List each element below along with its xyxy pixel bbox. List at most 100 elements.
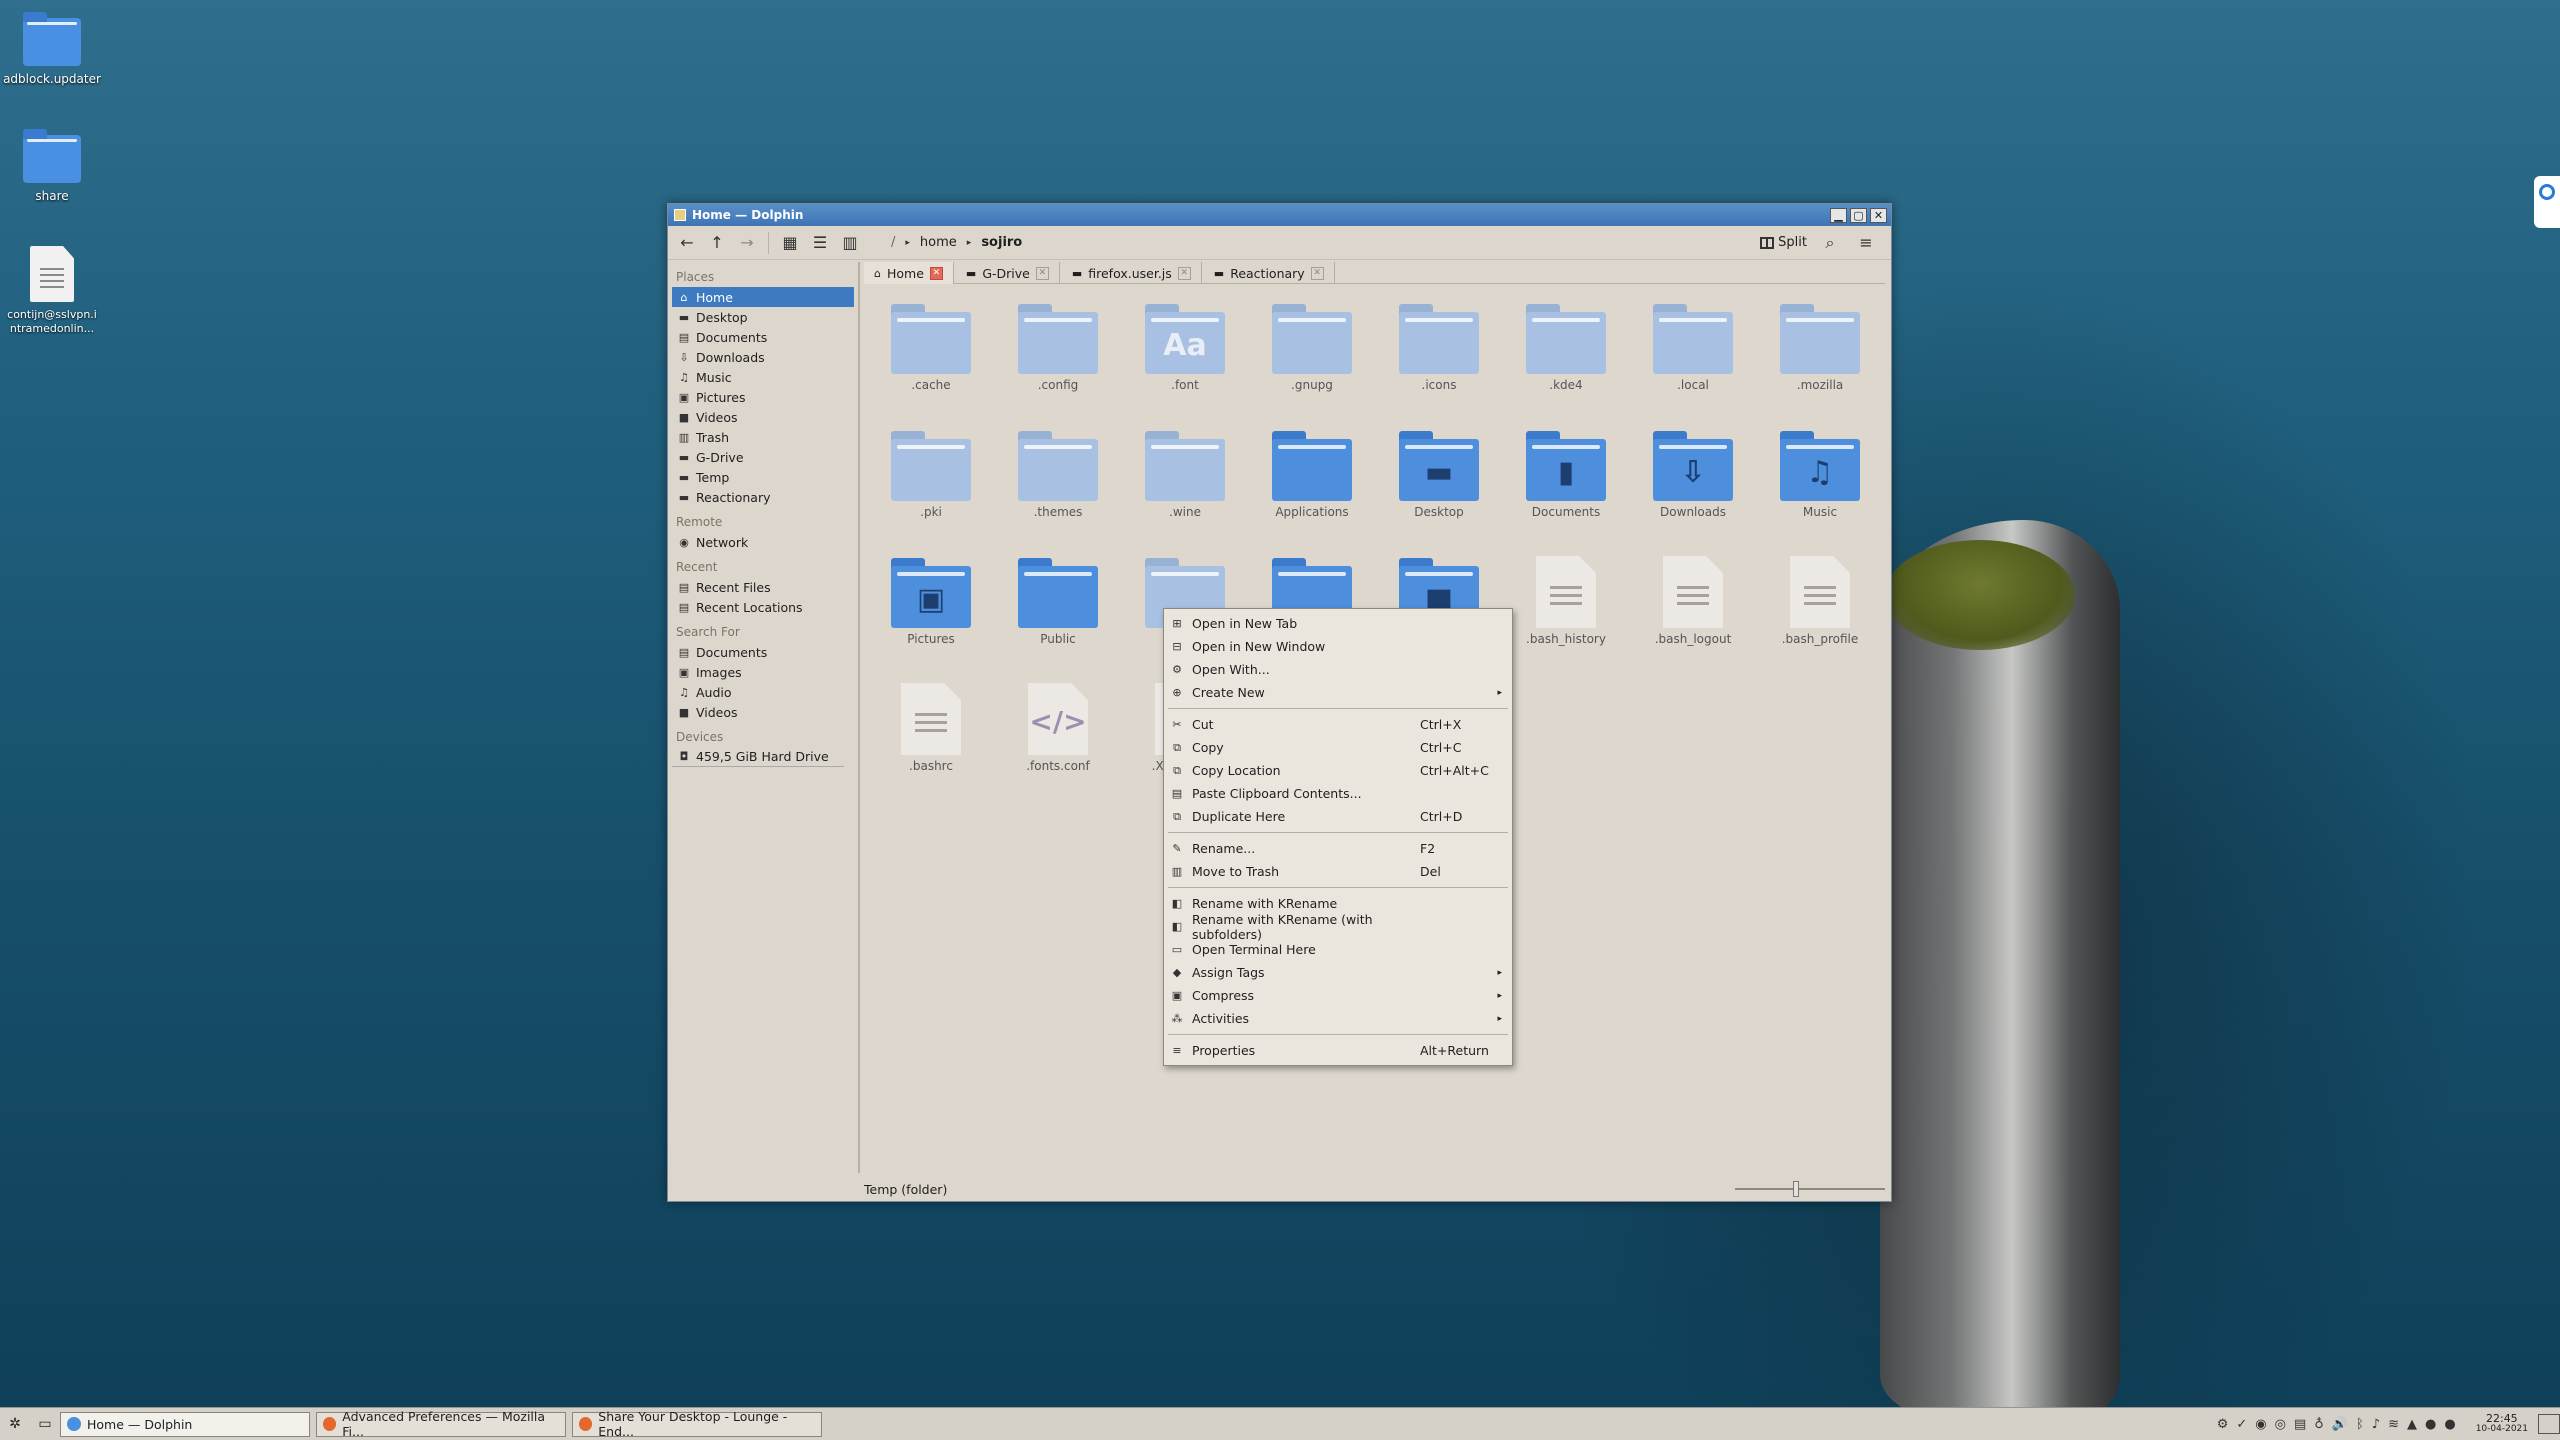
breadcrumb-arrow-icon[interactable]: ▸: [967, 238, 972, 248]
menu-item-copy-location[interactable]: ⧉ Copy Location Ctrl+Alt+C: [1164, 759, 1512, 782]
tray-icon[interactable]: ●: [2444, 1417, 2455, 1432]
places-item-downloads[interactable]: ⇩ Downloads: [672, 347, 854, 367]
tab-reactionary[interactable]: ▬ Reactionary ✕: [1204, 262, 1335, 284]
tray-icon[interactable]: ◉: [2255, 1417, 2266, 1432]
menu-item-open-in-new-tab[interactable]: ⊞ Open in New Tab: [1164, 612, 1512, 635]
places-item-reactionary[interactable]: ▬ Reactionary: [672, 487, 854, 507]
window-titlebar[interactable]: Home — Dolphin ▁ ▢ ✕: [668, 204, 1891, 226]
places-item-g-drive[interactable]: ▬ G-Drive: [672, 447, 854, 467]
app-launcher-icon[interactable]: ✲: [0, 1416, 30, 1432]
up-arrow-icon[interactable]: ↑: [704, 231, 730, 255]
file-item-local[interactable]: .local: [1638, 302, 1748, 392]
file-item-bashrc[interactable]: .bashrc: [876, 683, 986, 773]
file-item-pictures[interactable]: ▣ Pictures: [876, 556, 986, 646]
file-item-icons[interactable]: .icons: [1384, 302, 1494, 392]
tray-icon[interactable]: ▤: [2294, 1417, 2306, 1432]
file-item-themes[interactable]: .themes: [1003, 429, 1113, 519]
file-item-music[interactable]: ♫ Music: [1765, 429, 1875, 519]
places-item-videos[interactable]: ■ Videos: [672, 702, 854, 722]
breadcrumb-home[interactable]: home: [920, 235, 957, 250]
file-item-applications[interactable]: Applications: [1257, 429, 1367, 519]
menu-item-compress[interactable]: ▣ Compress ▸: [1164, 984, 1512, 1007]
file-item-bash-profile[interactable]: .bash_profile: [1765, 556, 1875, 646]
menu-item-paste-clipboard-contents[interactable]: ▤ Paste Clipboard Contents...: [1164, 782, 1512, 805]
tray-icon[interactable]: ♁: [2314, 1417, 2324, 1432]
places-item-network[interactable]: ◉ Network: [672, 532, 854, 552]
file-item-fonts-conf[interactable]: </> .fonts.conf: [1003, 683, 1113, 773]
desktop-icon-vpn-config[interactable]: contijn@sslvpn.i ntramedonlin...: [0, 246, 107, 336]
menu-item-rename[interactable]: ✎ Rename... F2: [1164, 837, 1512, 860]
places-item-documents[interactable]: ▤ Documents: [672, 327, 854, 347]
taskbar-task-advanced-preferences-mozilla-f[interactable]: Advanced Preferences — Mozilla Fi...: [316, 1409, 566, 1439]
file-item-documents[interactable]: ▮ Documents: [1511, 429, 1621, 519]
menu-item-rename-with-krename-with-subfolders[interactable]: ◧ Rename with KRename (with subfolders): [1164, 912, 1512, 942]
breadcrumb-root[interactable]: /: [891, 235, 895, 250]
menu-item-open-terminal-here[interactable]: ▭ Open Terminal Here: [1164, 938, 1512, 961]
tray-icon[interactable]: ≋: [2388, 1417, 2399, 1432]
panel-splitter[interactable]: [858, 262, 860, 1173]
tab-close-icon[interactable]: ✕: [1177, 266, 1191, 280]
places-item-videos[interactable]: ■ Videos: [672, 407, 854, 427]
breadcrumb-arrow-icon[interactable]: ▸: [905, 238, 910, 248]
menu-item-cut[interactable]: ✂ Cut Ctrl+X: [1164, 713, 1512, 736]
menu-item-assign-tags[interactable]: ◆ Assign Tags ▸: [1164, 961, 1512, 984]
zoom-slider[interactable]: [1735, 1181, 1885, 1197]
tray-icon[interactable]: ⚙: [2217, 1417, 2229, 1432]
file-item-bash-logout[interactable]: .bash_logout: [1638, 556, 1748, 646]
menu-item-duplicate-here[interactable]: ⧉ Duplicate Here Ctrl+D: [1164, 805, 1512, 828]
places-item-music[interactable]: ♫ Music: [672, 367, 854, 387]
breadcrumb-current[interactable]: sojiro: [981, 235, 1022, 250]
file-item-pki[interactable]: .pki: [876, 429, 986, 519]
clock[interactable]: 22:45 10-04-2021: [2476, 1413, 2528, 1435]
file-item-wine[interactable]: .wine: [1130, 429, 1240, 519]
file-item-gnupg[interactable]: .gnupg: [1257, 302, 1367, 392]
menu-item-activities[interactable]: ⁂ Activities ▸: [1164, 1007, 1512, 1030]
split-button[interactable]: Split: [1760, 235, 1807, 250]
tray-icon[interactable]: ●: [2425, 1417, 2436, 1432]
zoom-slider-handle[interactable]: [1792, 1181, 1799, 1197]
tab-home[interactable]: ⌂ Home ✕: [864, 262, 954, 284]
tab-g-drive[interactable]: ▬ G-Drive ✕: [956, 262, 1060, 284]
places-item-459-5-gib-hard-drive[interactable]: ◘ 459,5 GiB Hard Drive: [672, 747, 844, 767]
places-item-home[interactable]: ⌂ Home: [672, 287, 854, 307]
tray-icon[interactable]: ◎: [2275, 1417, 2286, 1432]
places-item-audio[interactable]: ♫ Audio: [672, 682, 854, 702]
tab-close-icon[interactable]: ✕: [1310, 266, 1324, 280]
edge-panel-widget[interactable]: [2534, 176, 2560, 228]
tab-close-icon[interactable]: ✕: [929, 266, 943, 280]
close-button[interactable]: ✕: [1870, 207, 1887, 223]
tab-close-icon[interactable]: ✕: [1035, 266, 1049, 280]
menu-item-properties[interactable]: ≡ Properties Alt+Return: [1164, 1039, 1512, 1062]
taskbar-task-share-your-desktop-lounge-end[interactable]: Share Your Desktop - Lounge - End...: [572, 1409, 822, 1439]
file-item-downloads[interactable]: ⇩ Downloads: [1638, 429, 1748, 519]
menu-item-open-with[interactable]: ⚙ Open With...: [1164, 658, 1512, 681]
forward-arrow-icon[interactable]: →: [734, 231, 760, 255]
tray-icon[interactable]: ♪: [2372, 1417, 2380, 1432]
places-item-temp[interactable]: ▬ Temp: [672, 467, 854, 487]
places-item-images[interactable]: ▣ Images: [672, 662, 854, 682]
file-item-desktop[interactable]: ▬ Desktop: [1384, 429, 1494, 519]
file-item-config[interactable]: .config: [1003, 302, 1113, 392]
tray-icon[interactable]: 🔊: [2332, 1417, 2348, 1432]
places-item-desktop[interactable]: ▬ Desktop: [672, 307, 854, 327]
tray-icon[interactable]: ▲: [2407, 1417, 2417, 1432]
compact-view-icon[interactable]: ☰: [807, 231, 833, 255]
tray-icon[interactable]: ✓: [2236, 1417, 2247, 1432]
terminal-launcher-icon[interactable]: ▭: [30, 1416, 60, 1432]
menu-item-open-in-new-window[interactable]: ⊟ Open in New Window: [1164, 635, 1512, 658]
desktop-icon-adblock-updater[interactable]: adblock.updater: [0, 12, 107, 86]
menu-item-move-to-trash[interactable]: ▥ Move to Trash Del: [1164, 860, 1512, 883]
menu-item-create-new[interactable]: ⊕ Create New ▸: [1164, 681, 1512, 704]
back-arrow-icon[interactable]: ←: [674, 231, 700, 255]
places-item-recent-files[interactable]: ▤ Recent Files: [672, 577, 854, 597]
search-icon[interactable]: ⌕: [1817, 231, 1843, 255]
places-item-trash[interactable]: ▥ Trash: [672, 427, 854, 447]
tab-firefox-user-js[interactable]: ▬ firefox.user.js ✕: [1062, 262, 1202, 284]
file-item-mozilla[interactable]: .mozilla: [1765, 302, 1875, 392]
file-item-public[interactable]: Public: [1003, 556, 1113, 646]
details-view-icon[interactable]: ▥: [837, 231, 863, 255]
menu-item-copy[interactable]: ⧉ Copy Ctrl+C: [1164, 736, 1512, 759]
places-item-documents[interactable]: ▤ Documents: [672, 642, 854, 662]
file-item-cache[interactable]: .cache: [876, 302, 986, 392]
taskbar-task-home-dolphin[interactable]: Home — Dolphin: [60, 1411, 310, 1437]
